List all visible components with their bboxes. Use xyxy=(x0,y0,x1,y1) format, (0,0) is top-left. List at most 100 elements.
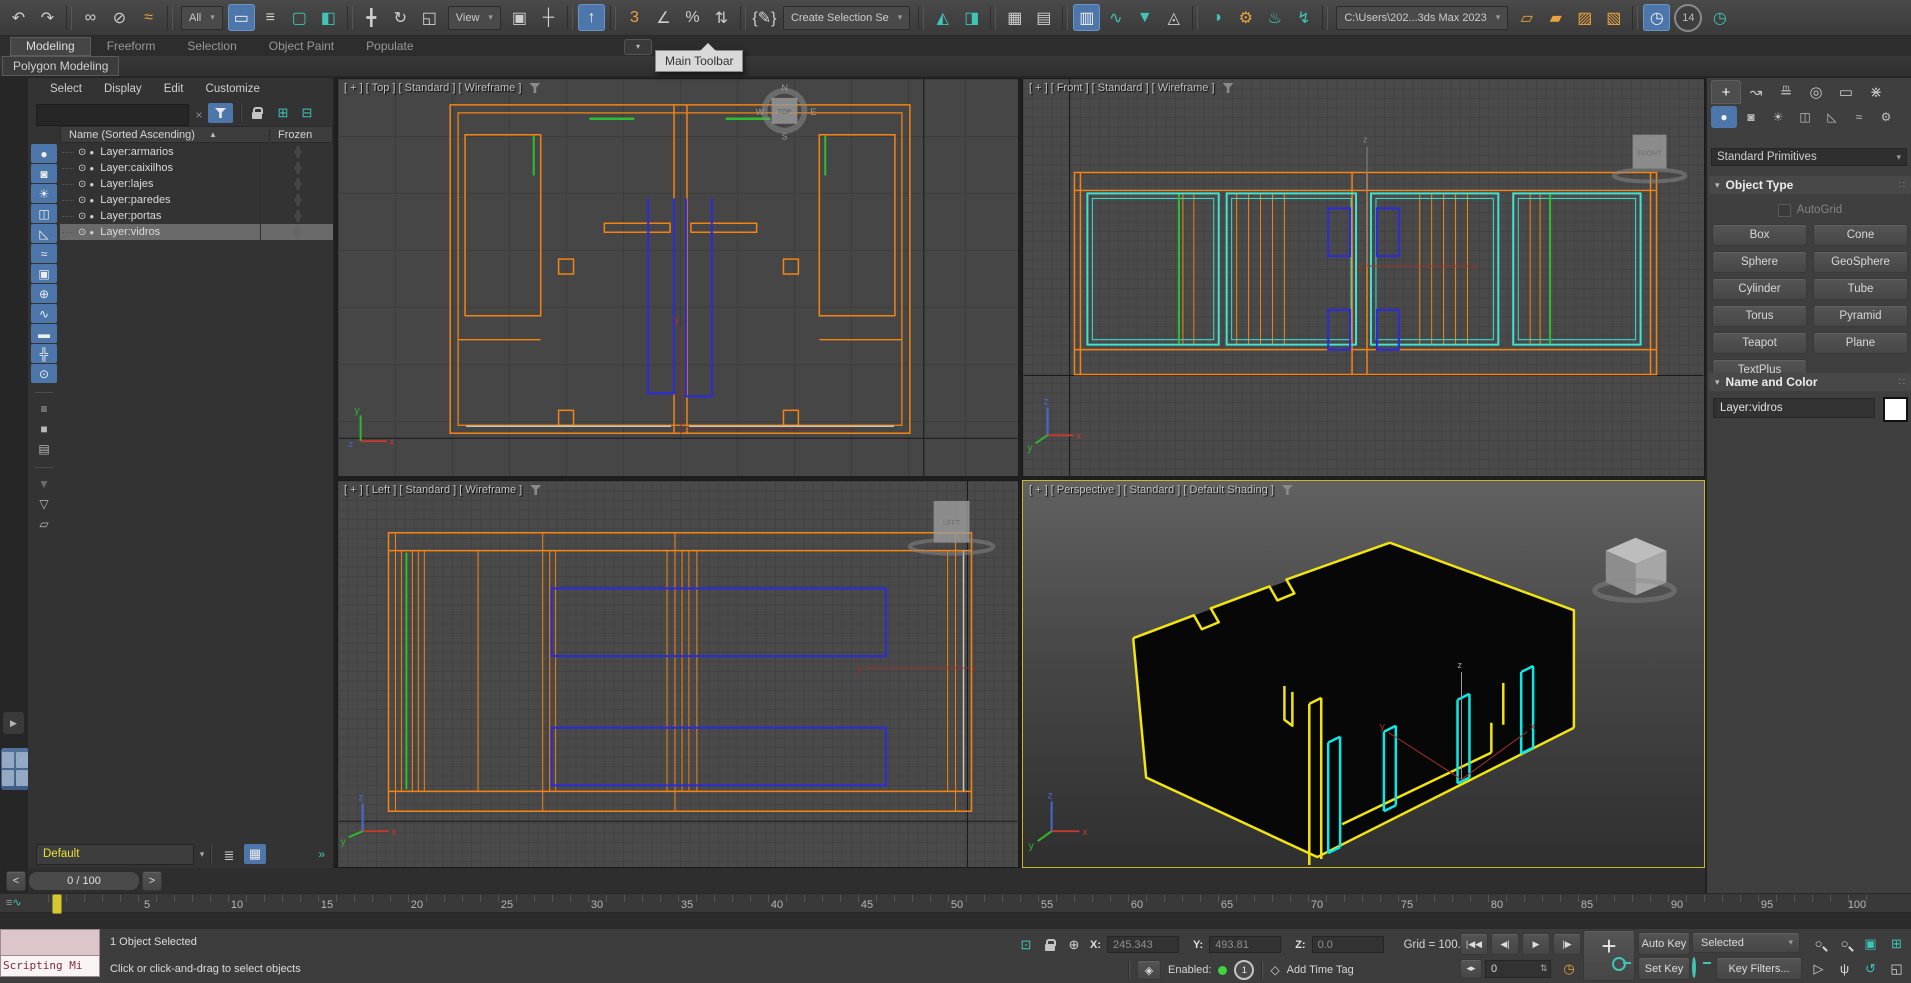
visibility-eye-icon[interactable]: ⊙ xyxy=(78,179,86,190)
selection-set-icon[interactable]: ■ xyxy=(31,419,57,438)
display-tab[interactable]: ▭ xyxy=(1831,80,1861,104)
dope-sheet-icon[interactable]: ▼ xyxy=(1131,4,1158,31)
frozen-column-label[interactable]: Frozen xyxy=(269,129,338,141)
mirror-icon[interactable]: ◭ xyxy=(929,4,956,31)
align-icon[interactable]: ◨ xyxy=(958,4,985,31)
layer-row[interactable]: ⊙ ● Layer:lajes ╬ xyxy=(60,176,333,192)
bind-to-space-warp-icon[interactable]: ≈ xyxy=(135,4,162,31)
select-and-rotate-icon[interactable]: ↻ xyxy=(387,4,414,31)
timeline-ruler[interactable]: ≡∿ 0510152025303540455055606570758085909… xyxy=(0,893,1911,913)
visibility-eye-icon[interactable]: ⊙ xyxy=(78,211,86,222)
search-input[interactable] xyxy=(36,104,189,126)
preset-dropdown[interactable]: Default xyxy=(36,844,194,865)
menu-item[interactable]: Select xyxy=(50,83,82,95)
render-dot-icon[interactable]: ● xyxy=(89,180,94,189)
zoom-extents-icon[interactable]: ▣ xyxy=(1858,933,1883,954)
primitive-button[interactable]: Box xyxy=(1712,224,1807,246)
next-frame-spinner-button[interactable]: > xyxy=(142,871,162,891)
space-warps-category[interactable]: ≈ xyxy=(1846,106,1872,128)
layer-stack-icon[interactable]: ≣ xyxy=(218,846,240,866)
edit-named-selection-sets-icon[interactable]: {✎} xyxy=(751,4,778,31)
pan-icon[interactable]: ψ xyxy=(1832,958,1857,979)
list-view-icon[interactable]: ≡ xyxy=(31,399,57,418)
orbit-icon[interactable]: ↺ xyxy=(1858,958,1883,979)
reference-coordinate-dropdown[interactable]: View▾ xyxy=(448,6,501,30)
select-object-icon[interactable]: ▭ xyxy=(228,4,255,31)
toggle-ribbon-icon[interactable]: ▥ xyxy=(1073,4,1100,31)
viewport-top-label[interactable]: [ + ] [ Top ] [ Standard ] [ Wireframe ] xyxy=(344,82,540,94)
filter-hidden-icon[interactable]: ⊙ xyxy=(31,364,57,383)
set-key-button[interactable]: Set Key xyxy=(1638,957,1690,980)
spinner-snap-icon[interactable]: ⇅ xyxy=(708,4,735,31)
filter-helpers-icon[interactable]: ◺ xyxy=(31,224,57,243)
ruler-track[interactable]: 0510152025303540455055606570758085909510… xyxy=(48,894,1911,912)
visibility-eye-icon[interactable]: ⊙ xyxy=(78,195,86,206)
filter-shapes-icon[interactable]: ◙ xyxy=(31,164,57,183)
z-coordinate-field[interactable]: 0.0 xyxy=(1312,936,1384,953)
snaps-toggle-3d-icon[interactable]: 3 xyxy=(621,4,648,31)
curve-editor-icon[interactable]: ∿ xyxy=(1102,4,1129,31)
previous-frame-button[interactable]: ◀| xyxy=(1491,933,1519,955)
viewport-front[interactable]: [ + ] [ Front ] [ Standard ] [ Wireframe… xyxy=(1022,78,1705,477)
shield-icon[interactable]: ◈ xyxy=(1137,960,1161,980)
unlink-selection-icon[interactable]: ⊘ xyxy=(106,4,133,31)
toggle-layer-explorer-icon[interactable]: ▤ xyxy=(1030,4,1057,31)
previous-frame-spinner-button[interactable]: < xyxy=(6,871,26,891)
filter-xrefs-icon[interactable]: ⊕ xyxy=(31,284,57,303)
render-dot-icon[interactable]: ● xyxy=(89,164,94,173)
rectangular-selection-region-icon[interactable]: ▢ xyxy=(286,4,313,31)
window-crossing-icon[interactable]: ◧ xyxy=(315,4,342,31)
frozen-icon[interactable]: ╬ xyxy=(268,147,328,158)
filter-groups-icon[interactable]: ▣ xyxy=(31,264,57,283)
shapes-category[interactable]: ◙ xyxy=(1738,106,1764,128)
expand-tree-icon[interactable]: ⊞ xyxy=(272,103,294,123)
key-filters-button[interactable]: Key Filters... xyxy=(1716,957,1802,980)
select-and-scale-icon[interactable]: ◱ xyxy=(416,4,443,31)
filter-combinations-icon[interactable]: ▼ xyxy=(31,474,57,493)
advanced-filter-icon[interactable]: ▽ xyxy=(31,494,57,513)
visibility-eye-icon[interactable]: ⊙ xyxy=(78,227,86,238)
menu-item[interactable]: Edit xyxy=(164,83,184,95)
filter-lights-icon[interactable]: ☀ xyxy=(31,184,57,203)
track-bar[interactable] xyxy=(0,913,1911,930)
maxscript-mini-listener-input[interactable]: Scripting Mi xyxy=(0,956,100,977)
angle-snap-icon[interactable]: ∠ xyxy=(650,4,677,31)
hierarchy-view-icon[interactable]: ▦ xyxy=(244,844,266,864)
visibility-eye-icon[interactable]: ⊙ xyxy=(78,163,86,174)
visibility-eye-icon[interactable]: ⊙ xyxy=(78,147,86,158)
render-setup-icon[interactable]: ⚙ xyxy=(1232,4,1259,31)
expand-tray-button[interactable]: ▶ xyxy=(3,712,24,734)
zoom-extents-all-icon[interactable]: ⊞ xyxy=(1884,933,1909,954)
primitive-button[interactable]: Teapot xyxy=(1712,332,1807,354)
schematic-view-icon[interactable]: ◬ xyxy=(1160,4,1187,31)
layer-row[interactable]: ⊙ ● Layer:caixilhos ╬ xyxy=(60,160,333,176)
modify-tab[interactable]: ↝ xyxy=(1741,80,1771,104)
zoom-all-icon[interactable]: ○ xyxy=(1832,933,1857,954)
cameras-category[interactable]: ◫ xyxy=(1792,106,1818,128)
per-view-filter-icon[interactable] xyxy=(1223,83,1234,93)
rendered-frame-window-icon[interactable]: ♨ xyxy=(1261,4,1288,31)
select-and-link-icon[interactable]: ∞ xyxy=(77,4,104,31)
name-column-label[interactable]: Name (Sorted Ascending) xyxy=(69,129,195,141)
layer-row[interactable]: ⊙ ● Layer:vidros ╬ xyxy=(60,224,333,240)
primitive-button[interactable]: Pyramid xyxy=(1813,305,1908,327)
set-project-folder-icon[interactable]: ▱ xyxy=(1513,4,1540,31)
list-detail-icon[interactable]: ▤ xyxy=(31,439,57,458)
field-of-view-icon[interactable]: ▷ xyxy=(1806,958,1831,979)
primitive-button[interactable]: Tube xyxy=(1813,278,1908,300)
ribbon-tab[interactable]: Freeform xyxy=(91,37,172,56)
select-and-move-icon[interactable]: ╋ xyxy=(358,4,385,31)
clear-search-icon[interactable]: × xyxy=(188,105,210,125)
viewport-left[interactable]: [ + ] [ Left ] [ Standard ] [ Wireframe … xyxy=(337,480,1019,868)
toggle-scene-explorer-icon[interactable]: ▦ xyxy=(1001,4,1028,31)
geometry-category[interactable]: ● xyxy=(1711,106,1737,128)
object-name-field[interactable]: Layer:vidros xyxy=(1713,398,1875,418)
viewcube-compass[interactable]: TOP N W E S xyxy=(756,83,817,142)
ribbon-tab[interactable]: Object Paint xyxy=(253,37,350,56)
redo-icon[interactable]: ↷ xyxy=(34,4,61,31)
create-new-project-icon[interactable]: ▰ xyxy=(1542,4,1569,31)
key-step-toggle[interactable]: ◂▸ xyxy=(1460,959,1482,979)
ribbon-tab[interactable]: Populate xyxy=(350,37,429,56)
frozen-icon[interactable]: ╬ xyxy=(268,163,328,174)
render-dot-icon[interactable]: ● xyxy=(89,196,94,205)
